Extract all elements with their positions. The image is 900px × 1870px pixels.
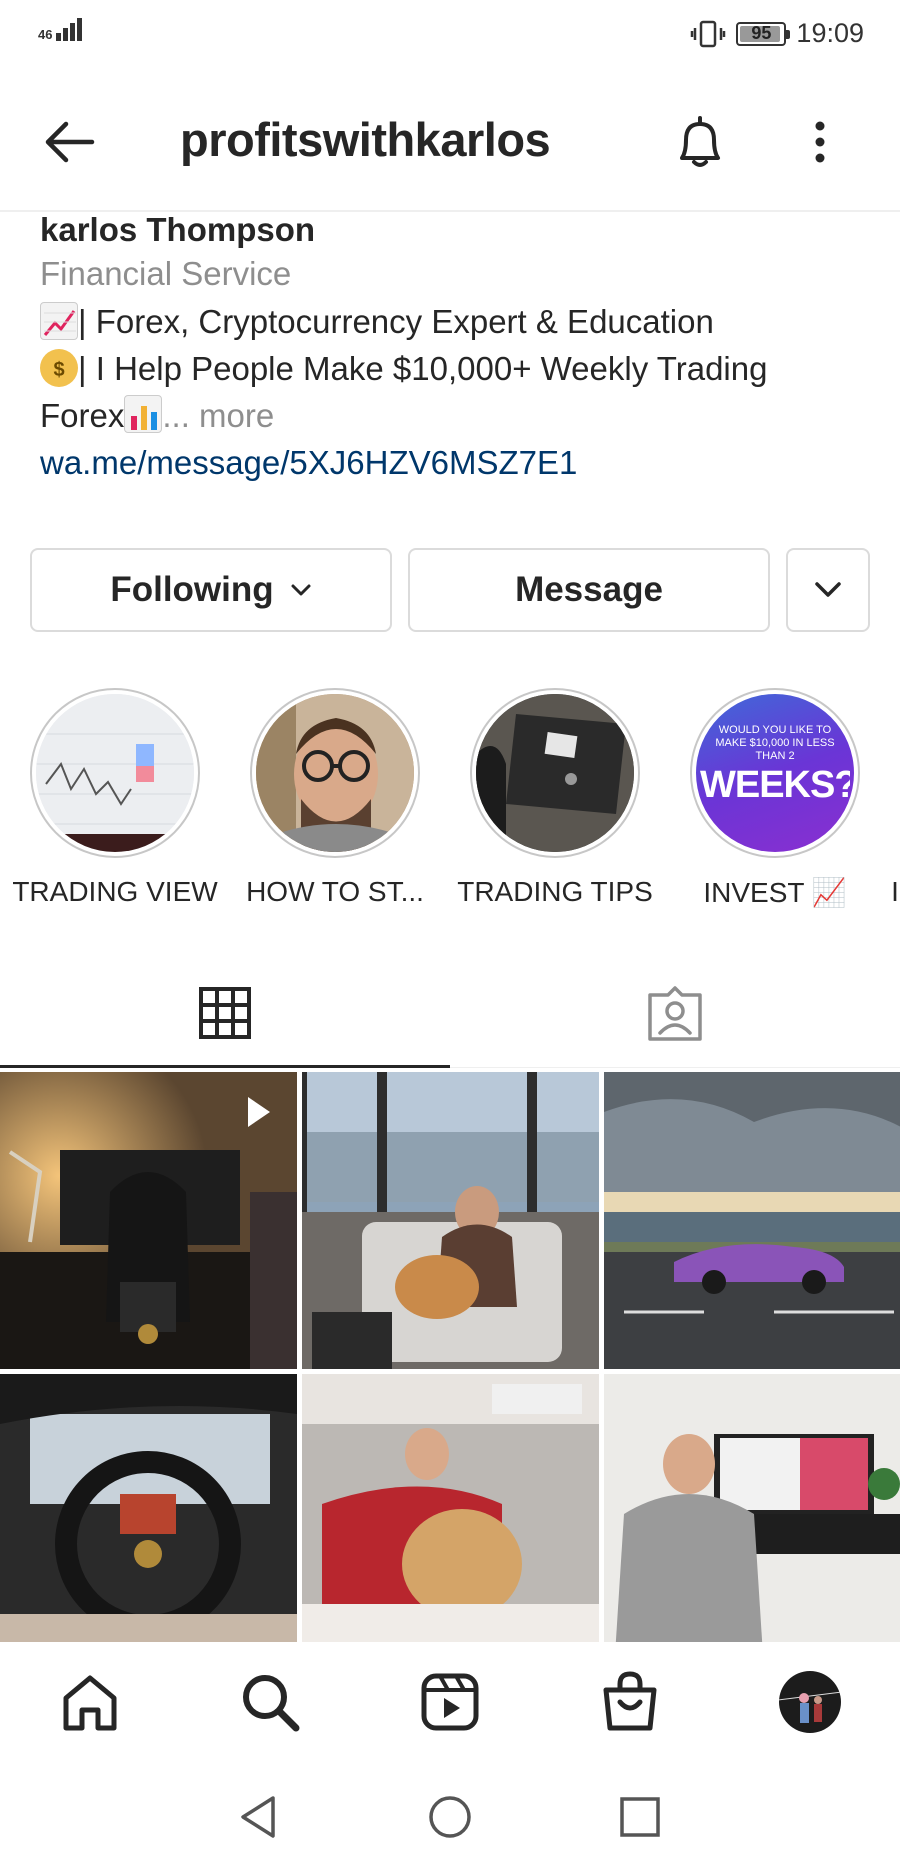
back-triangle-icon[interactable] [233, 1792, 283, 1842]
suggested-accounts-button[interactable] [786, 548, 870, 632]
bar-chart-emoji-icon [124, 395, 163, 433]
profile-name: karlos Thompson [40, 211, 316, 248]
grid-icon [199, 986, 251, 1039]
money-bag-emoji-icon: $ [40, 349, 78, 387]
tab-posts-grid[interactable] [0, 960, 450, 1068]
system-navigation-bar [0, 1764, 900, 1870]
arrow-left-icon[interactable] [40, 112, 100, 172]
highlight-cover-desk [476, 694, 634, 852]
page-title: profitswithkarlos [180, 113, 551, 166]
highlight-ring [470, 688, 640, 858]
bell-icon[interactable] [670, 112, 730, 172]
clock: 19:09 [796, 18, 864, 48]
signal-bar [77, 18, 83, 41]
highlight-cover-chart [36, 694, 194, 852]
post-thumbnail-sofa-dog[interactable] [302, 1072, 599, 1369]
search-icon[interactable] [238, 1670, 302, 1734]
tagged-person-icon [648, 986, 702, 1041]
chevron-down-icon [815, 582, 841, 597]
svg-text:$: $ [53, 359, 64, 381]
chevron-down-icon [291, 584, 311, 596]
posts-grid [0, 1072, 900, 1642]
profile-bio: karlos Thompson Financial Service | Fore… [40, 210, 880, 487]
chart-increasing-emoji-icon [40, 302, 78, 340]
profile-action-buttons: Following Message [30, 548, 870, 632]
following-button[interactable]: Following [30, 548, 392, 632]
highlight-label: TRADING VIEW [12, 876, 218, 907]
highlight-ring [30, 688, 200, 858]
home-icon[interactable] [58, 1670, 122, 1734]
bio-line-2: $ | I Help People Make $10,000+ Weekly T… [40, 345, 880, 392]
post-thumbnail-steering-wheel[interactable] [0, 1374, 297, 1642]
highlight-ring [250, 688, 420, 858]
highlight-trading-view[interactable]: TRADING VIEW [12, 688, 218, 908]
bio-line-3-text: Forex [40, 397, 125, 434]
profile-content-tabs [0, 960, 900, 1068]
post-thumbnail-gaming-chair[interactable] [0, 1072, 297, 1369]
bottom-navigation [0, 1642, 900, 1764]
post-thumbnail-desk-setup[interactable] [604, 1374, 900, 1642]
highlight-label: TRADING TIPS [457, 876, 653, 907]
highlight-partial[interactable]: I [795, 688, 900, 908]
battery-percent: 95 [751, 23, 772, 43]
tab-tagged[interactable] [450, 960, 900, 1068]
bio-website-link[interactable]: wa.me/message/5XJ6HZV6MSZ7E1 [40, 439, 880, 487]
status-bar: 46 95 19:09 [0, 0, 900, 70]
highlight-label: I [891, 876, 899, 907]
bio-line-1: | Forex, Cryptocurrency Expert & Educati… [40, 298, 880, 345]
bio-line-1-text: | Forex, Cryptocurrency Expert & Educati… [78, 303, 714, 340]
home-circle-icon[interactable] [425, 1792, 475, 1842]
profile-avatar[interactable] [778, 1670, 842, 1734]
status-right: 95 19:09 [690, 18, 864, 49]
highlight-label: HOW TO ST... [246, 876, 424, 907]
reels-icon[interactable] [418, 1670, 482, 1734]
signal-bar [56, 33, 62, 41]
story-highlights: TRADING VIEW HOW TO ST... TRADING TIPS W… [0, 688, 900, 918]
message-label: Message [515, 570, 663, 609]
following-label: Following [110, 570, 274, 609]
recents-square-icon[interactable] [615, 1792, 665, 1842]
post-thumbnail-lamborghini-coast[interactable] [604, 1072, 900, 1369]
message-button[interactable]: Message [408, 548, 770, 632]
bio-line-3: Forex ... more [40, 392, 880, 439]
highlight-trading-tips[interactable]: TRADING TIPS [455, 688, 655, 908]
bio-more-link[interactable]: ... more [162, 397, 274, 434]
signal-bar [70, 23, 76, 41]
profile-category: Financial Service [40, 255, 292, 292]
signal-indicator: 46 [38, 18, 83, 42]
profile-header: profitswithkarlos [0, 70, 900, 212]
highlight-how-to-start[interactable]: HOW TO ST... [235, 688, 435, 908]
bio-line-2-text: | I Help People Make $10,000+ Weekly Tra… [78, 350, 768, 387]
signal-bar [63, 28, 69, 41]
battery-icon: 95 [736, 21, 791, 46]
more-vertical-icon[interactable] [800, 112, 840, 172]
post-thumbnail-couch-dog[interactable] [302, 1374, 599, 1642]
highlight-cover-face [256, 694, 414, 852]
vibrate-icon [691, 20, 726, 47]
shop-bag-icon[interactable] [598, 1670, 662, 1734]
network-type: 46 [38, 27, 53, 42]
